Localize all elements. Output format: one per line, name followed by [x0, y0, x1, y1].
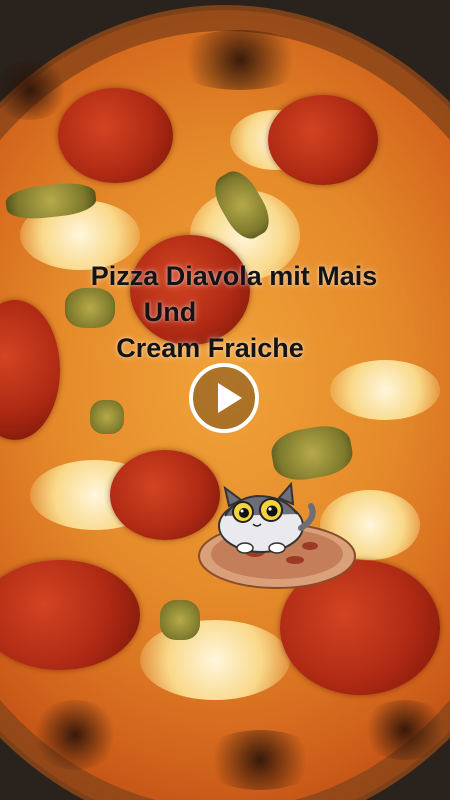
caption-line-3: Cream Fraiche	[116, 333, 304, 363]
charred-spot	[200, 730, 320, 790]
charred-spot	[170, 30, 310, 90]
video-caption: Pizza Diavola mit Mais Und Cream Fraiche	[0, 258, 450, 366]
play-button[interactable]	[189, 363, 259, 433]
pepperoni-slice	[58, 88, 173, 183]
charred-spot	[360, 700, 450, 760]
green-pepper	[160, 600, 200, 640]
cheese-patch	[330, 360, 440, 420]
caption-line-2: Und	[143, 297, 197, 327]
caption-line-1: Pizza Diavola mit Mais	[90, 261, 378, 291]
charred-spot	[30, 700, 120, 770]
pepperoni-slice	[268, 95, 378, 185]
cat-on-pizza-sticker	[198, 481, 356, 589]
play-icon	[218, 383, 242, 413]
green-pepper	[90, 400, 124, 434]
